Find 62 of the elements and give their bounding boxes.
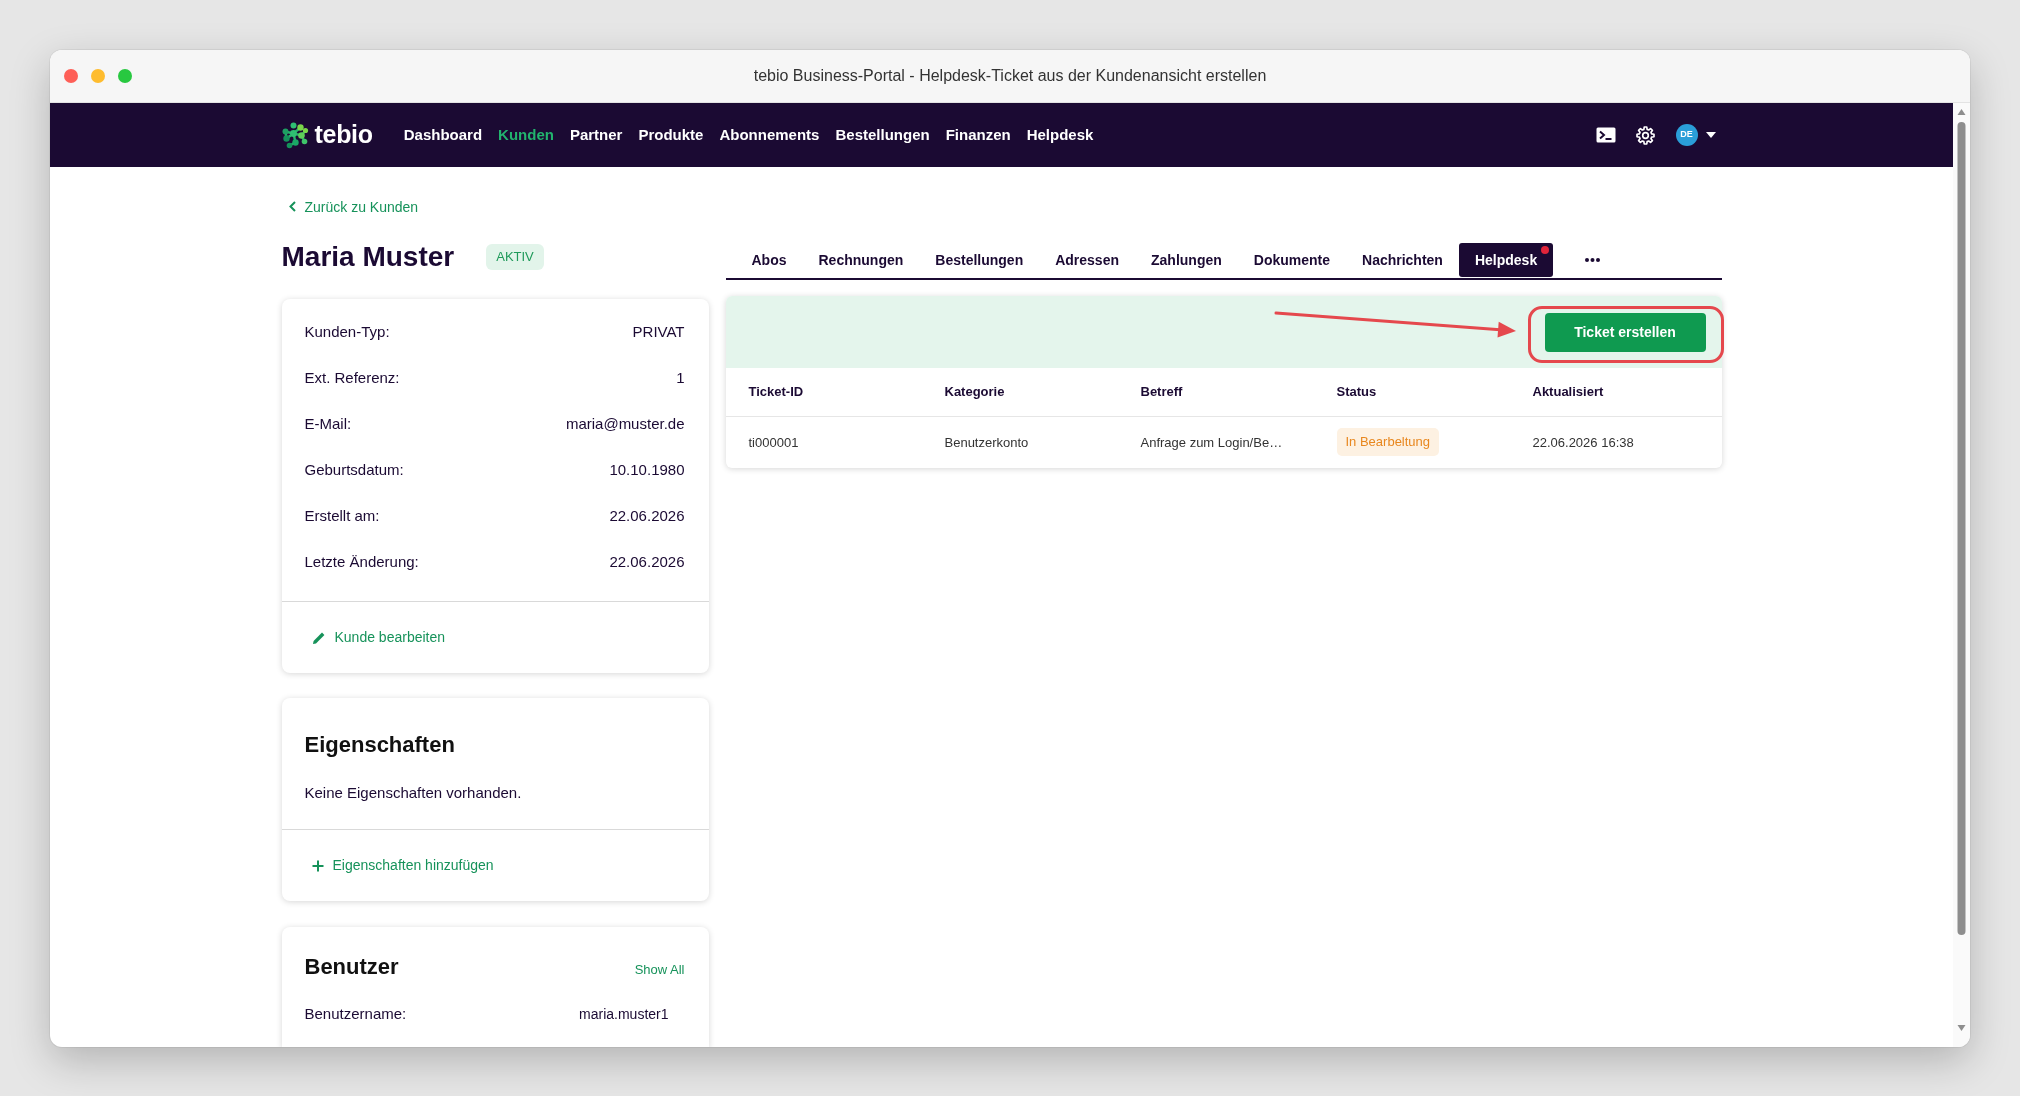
table-cell: ti000001 [725,416,922,468]
field-value: PRIVAT [632,321,685,342]
add-link[interactable]: Eigenschaften hinzufügen [311,855,494,876]
field-value: maria@muster.de [565,413,685,434]
nav-link[interactable]: Bestellungen [835,123,930,147]
field-value: maria.muster1 [579,1005,669,1024]
field-label: E-Mail: [304,413,352,434]
tab[interactable]: Abos [735,243,803,277]
back-link[interactable]: Zurück zu Kunden [288,197,419,216]
edit-link[interactable]: Kunde bearbeiten [311,627,446,648]
column-header[interactable]: Status [1313,368,1510,416]
create-ticket-button[interactable]: Ticket erstellen [1544,312,1706,352]
field-label: Benutzername: [304,1004,407,1024]
logo-icon[interactable] [281,121,309,149]
chevron-left-icon [288,201,296,212]
table-cell: 22.06.2026 16:38 [1509,416,1722,468]
table-cell: Anfrage zum Login/Be… [1117,416,1314,468]
field-label: Letzte Änderung: [304,551,419,572]
terminal-icon[interactable] [1595,127,1616,143]
brand-name[interactable]: tebio [314,116,373,154]
tab[interactable]: Dokumente [1237,243,1346,277]
field-value: 1 [676,367,685,388]
tab[interactable]: Zahlungen [1135,243,1238,277]
more-icon [1585,258,1601,262]
field-value: 22.06.2026 [609,551,685,572]
tab[interactable]: Helpdesk [1458,243,1554,277]
column-header[interactable]: Aktualisiert [1509,368,1722,416]
field-label: Erstellt am: [304,505,380,526]
field-value: 22.06.2026 [609,505,685,526]
close-icon[interactable] [64,69,78,83]
pencil-icon [311,630,326,645]
column-header[interactable]: Betreff [1117,368,1314,416]
nav-link[interactable]: Abonnements [719,123,820,147]
status-badge: AKTIV [486,244,544,270]
nav-link[interactable]: Kunden [498,123,554,147]
table-cell: Benutzerkonto [921,416,1118,468]
field-label: Ext. Referenz: [304,367,400,388]
empty-text: Keine Eigenschaften vorhanden. [304,783,523,803]
nav-link[interactable]: Finanzen [945,123,1011,147]
column-header[interactable]: Ticket-ID [725,368,922,416]
tab[interactable]: Rechnungen [802,243,920,277]
field-label: Geburtsdatum: [304,459,404,480]
settings-icon[interactable] [1635,125,1655,145]
window-title: tebio Business-Portal - Helpdesk-Ticket aus der Kundenansicht erstellen [753,66,1267,86]
plus-icon [311,859,324,872]
tab[interactable]: Adressen [1039,243,1135,277]
scrollbar[interactable] [1953,103,1970,1047]
status-badge: In Bearbeltung [1336,428,1440,457]
tab[interactable]: Nachrichten [1346,243,1459,277]
nav-link[interactable]: Produkte [638,123,704,147]
field-value: 10.10.1980 [609,459,685,480]
customer-name: Maria Muster [281,240,455,274]
card-title: Eigenschaften [304,731,456,759]
nav-link[interactable]: Helpdesk [1026,123,1094,147]
column-header[interactable]: Kategorie [921,368,1118,416]
field-label: Kunden-Typ: [304,321,390,342]
caret-icon[interactable] [1705,132,1716,138]
nav-link[interactable]: Dashboard [403,123,483,147]
show-all-link[interactable]: Show All [634,960,685,980]
tab[interactable]: Bestellungen [919,243,1040,277]
nav-link[interactable]: Partner [569,123,623,147]
card-title: Benutzer [304,953,399,981]
